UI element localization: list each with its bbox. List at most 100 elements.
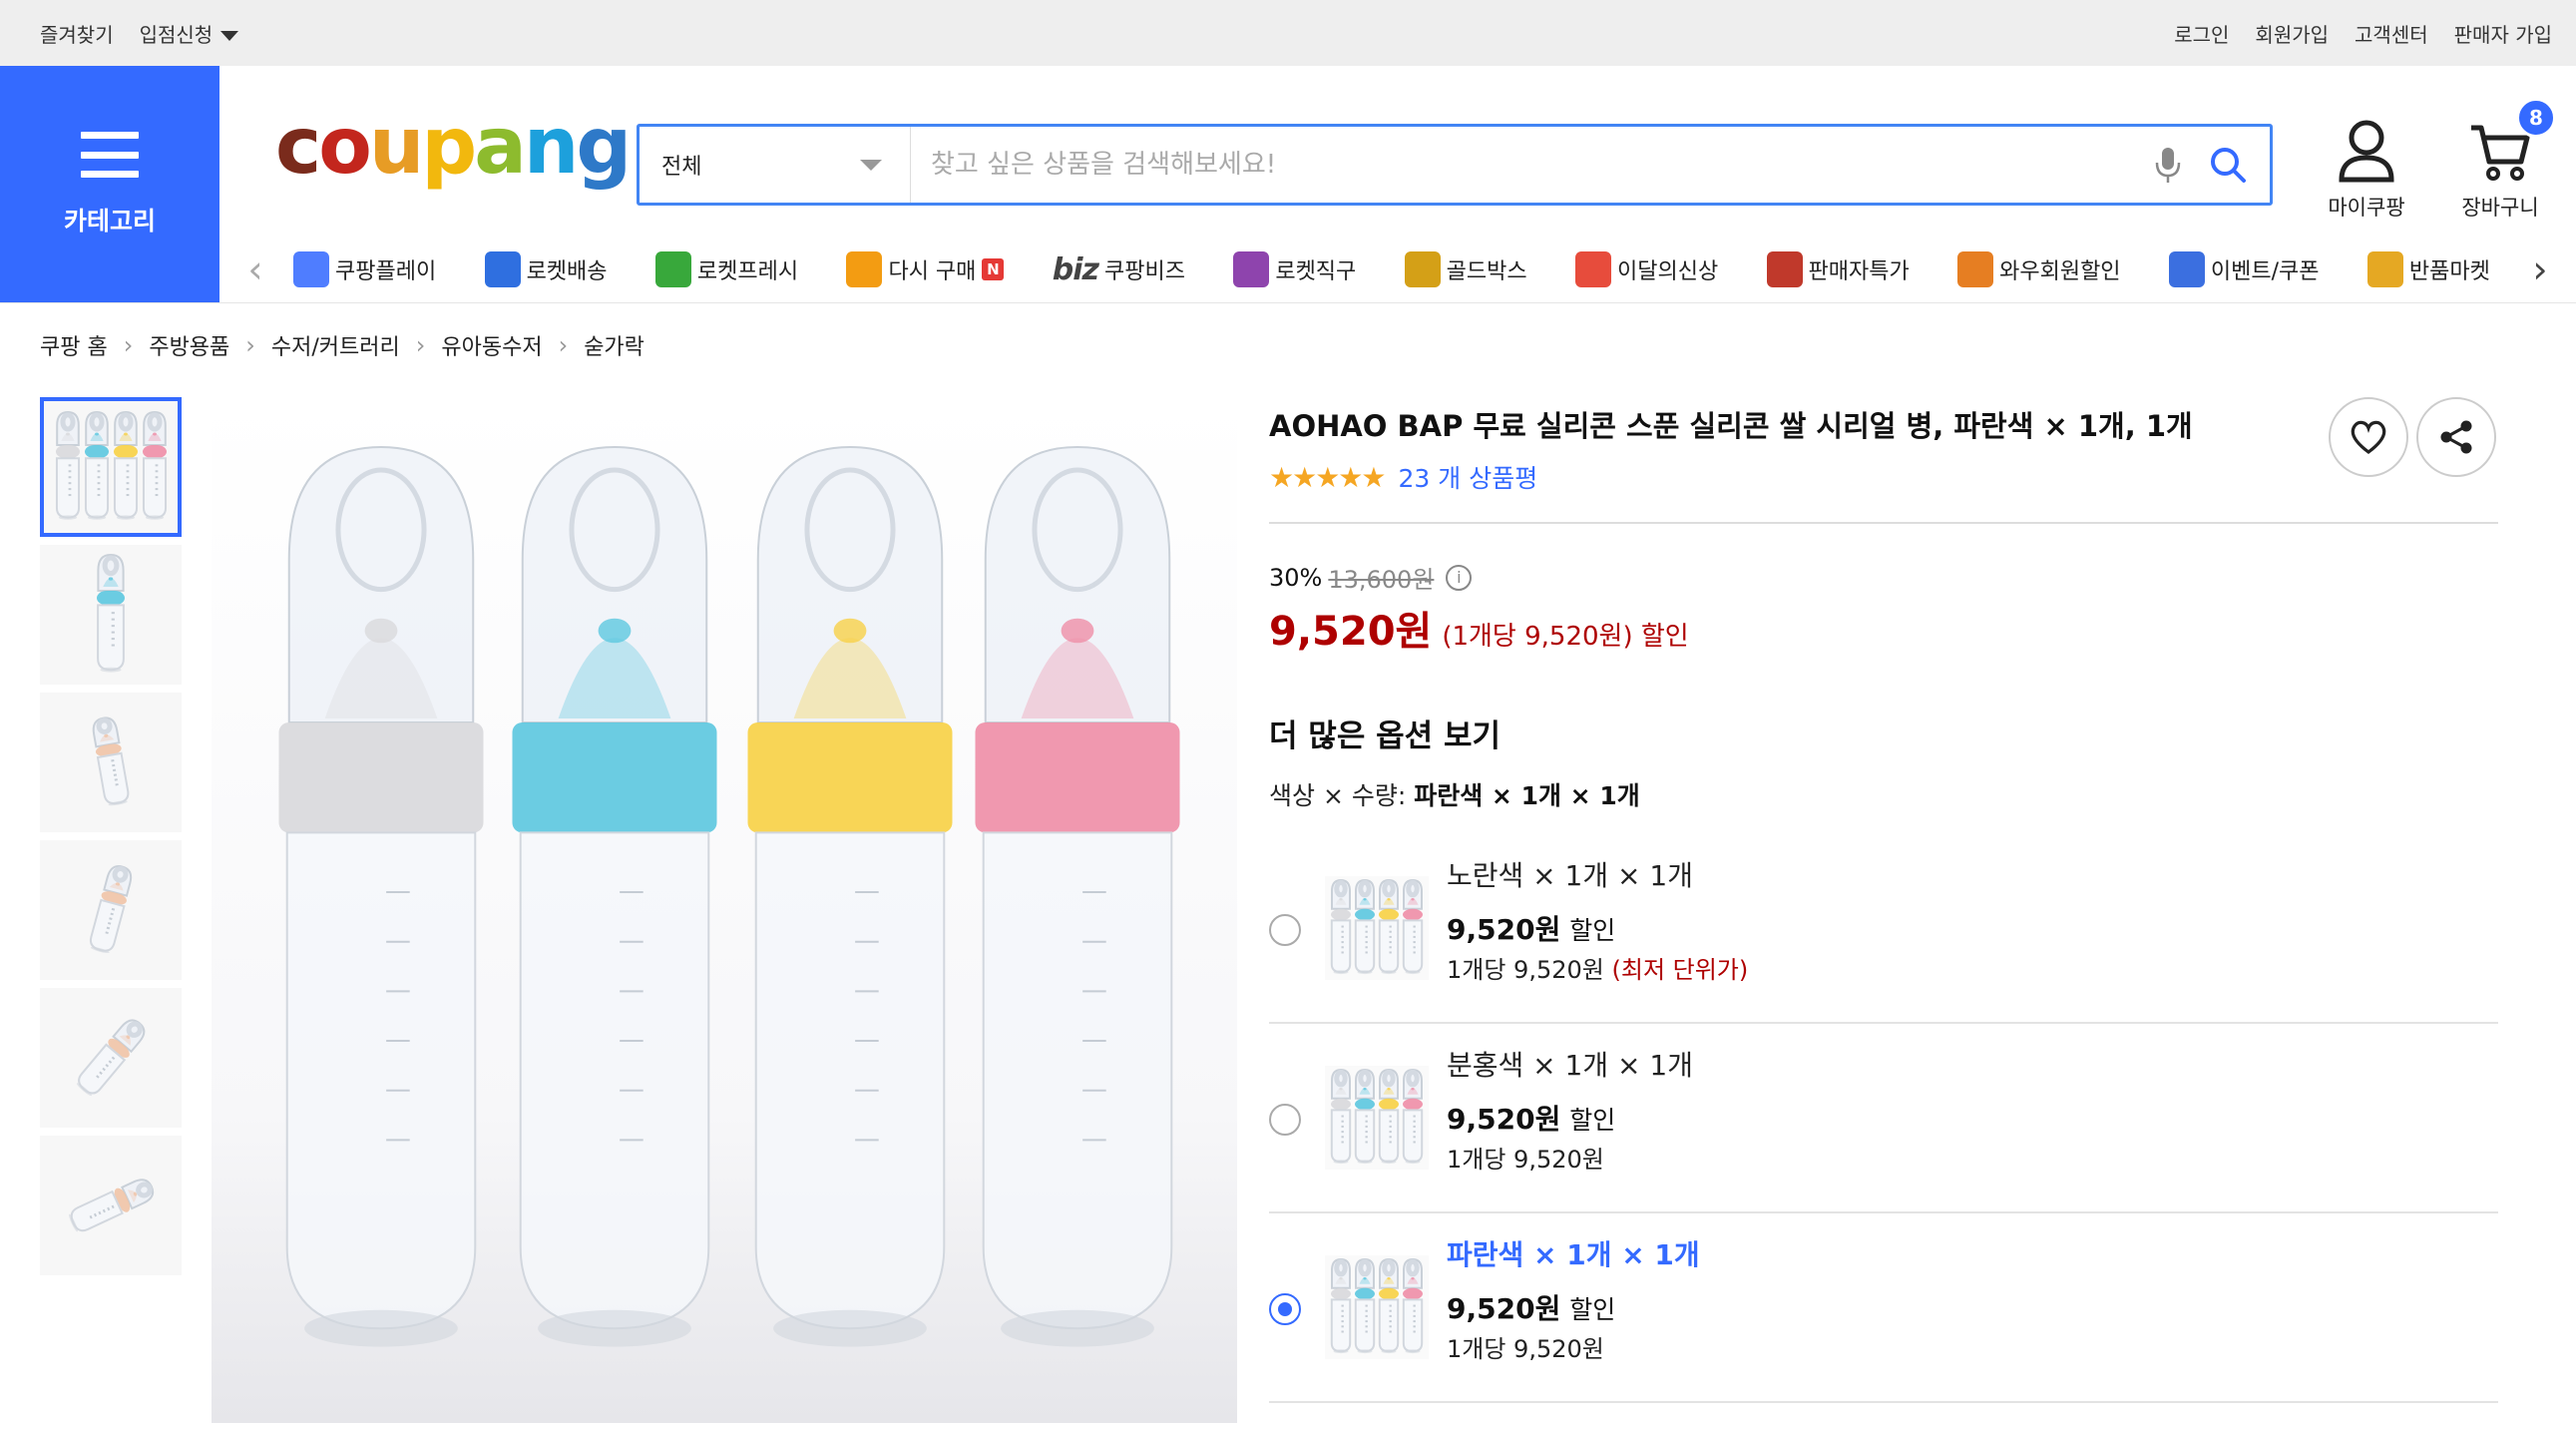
- chevron-right-icon: ›: [415, 331, 426, 359]
- service-nav-label: 골드박스: [1446, 259, 1527, 284]
- option-thumbnail: [1325, 876, 1429, 980]
- thumbnail-image: [89, 865, 133, 954]
- service-nav-item[interactable]: 로켓배송: [484, 251, 608, 287]
- product-thumbnail[interactable]: [40, 545, 182, 685]
- heart-icon: [2351, 420, 2386, 455]
- category-menu-button[interactable]: 카테고리: [0, 66, 219, 303]
- category-label: 카테고리: [63, 207, 156, 236]
- option-divider: [1269, 1401, 2498, 1403]
- option-item[interactable]: 노란색 × 1개 × 1개 9,520원 할인 1개당 9,520원 (최저 단위가…: [1269, 834, 2498, 1024]
- header-divider: [0, 302, 2576, 303]
- breadcrumb-item[interactable]: 유아동수저: [441, 329, 542, 361]
- my-coupang-button[interactable]: 마이쿠팡: [2307, 118, 2426, 222]
- service-nav-item[interactable]: 로켓프레시: [654, 251, 798, 287]
- share-button[interactable]: [2416, 397, 2496, 477]
- my-coupang-label: 마이쿠팡: [2328, 196, 2405, 220]
- option-price-suffix: 할인: [1569, 1295, 1616, 1324]
- option-item[interactable]: 분홍색 × 1개 × 1개 9,520원 할인 1개당 9,520원: [1269, 1024, 2498, 1213]
- service-nav-label: 로켓직구: [1275, 259, 1357, 284]
- nav-prev-arrow-icon[interactable]: ‹: [235, 247, 275, 291]
- service-nav-item[interactable]: 와우회원할인: [1957, 251, 2121, 287]
- service-nav-label: 와우회원할인: [1999, 259, 2121, 284]
- breadcrumb: 쿠팡 홈 › 주방용품 › 수저/커트러리 › 유아동수저 › 숟가락: [40, 329, 644, 361]
- rocket-fresh-icon: [654, 251, 691, 287]
- service-nav-item[interactable]: 로켓직구: [1233, 251, 1356, 287]
- option-price: 9,520원: [1447, 913, 1561, 946]
- service-nav-item[interactable]: 이달의신상: [1574, 251, 1718, 287]
- product-thumbnail[interactable]: [40, 840, 182, 980]
- service-nav-item[interactable]: 반품마켓: [2366, 251, 2490, 287]
- product-thumbnail[interactable]: [40, 397, 182, 537]
- product-thumbnail[interactable]: [40, 693, 182, 832]
- option-radio[interactable]: [1269, 1104, 1301, 1136]
- chevron-right-icon: ›: [245, 331, 255, 359]
- option-selection: 색상 × 수량: 파란색 × 1개 × 1개: [1269, 776, 1640, 812]
- seller-deal-icon: [1766, 251, 1803, 287]
- service-nav-item[interactable]: 이벤트/쿠폰: [2168, 251, 2320, 287]
- search-category-value: 전체: [661, 155, 702, 180]
- chevron-right-icon: ›: [558, 331, 569, 359]
- cart-button[interactable]: 장바구니 8: [2440, 98, 2560, 222]
- chevron-down-icon: [860, 159, 882, 171]
- option-radio[interactable]: [1269, 914, 1301, 946]
- service-nav-label: 쿠팡비즈: [1104, 259, 1185, 284]
- option-item[interactable]: 파란색 × 1개 × 1개 9,520원 할인 1개당 9,520원: [1269, 1213, 2498, 1403]
- service-nav-item[interactable]: 골드박스: [1404, 251, 1527, 287]
- rocket-delivery-icon: [484, 251, 521, 287]
- product-thumbnail[interactable]: [40, 988, 182, 1128]
- star-rating-icon: ★★★★★: [1269, 460, 1387, 494]
- bookmark-link[interactable]: 즐겨찾기: [40, 19, 114, 48]
- option-radio[interactable]: [1269, 1293, 1301, 1325]
- nav-next-arrow-icon[interactable]: ›: [2520, 247, 2560, 291]
- option-image: [1330, 1257, 1424, 1354]
- voice-search-button[interactable]: [2138, 127, 2198, 203]
- service-nav-item[interactable]: biz 쿠팡비즈: [1053, 252, 1185, 287]
- main-product-image: [212, 397, 1237, 1423]
- coupang-logo[interactable]: coupang: [275, 108, 632, 186]
- original-price: 13,600원: [1328, 566, 1435, 594]
- option-price-row: 9,520원 할인: [1447, 1287, 1615, 1327]
- option-price-row: 9,520원 할인: [1447, 1098, 1615, 1138]
- goldbox-icon: [1404, 251, 1441, 287]
- coupon-icon: [2168, 251, 2205, 287]
- search-icon: [2211, 148, 2246, 183]
- signup-link[interactable]: 회원가입: [2255, 19, 2329, 48]
- service-nav-label: 다시 구매: [888, 259, 977, 284]
- product-title: AOHAO BAP 무료 실리콘 스푼 실리콘 쌀 시리얼 병, 파란색 × 1…: [1269, 409, 2193, 443]
- wow-icon: [1957, 251, 1994, 287]
- seller-apply-label: 입점신청: [139, 22, 214, 47]
- info-icon[interactable]: i: [1446, 564, 1473, 591]
- search-button[interactable]: [2198, 127, 2258, 203]
- breadcrumb-item[interactable]: 수저/커트러리: [271, 329, 400, 361]
- option-unit-price: 1개당 9,520원: [1447, 1146, 1604, 1174]
- service-nav-label: 반품마켓: [2408, 259, 2490, 284]
- breadcrumb-item[interactable]: 숟가락: [584, 329, 644, 361]
- cart-label: 장바구니: [2461, 196, 2539, 220]
- logo-letter: o: [318, 102, 372, 192]
- breadcrumb-item[interactable]: 쿠팡 홈: [40, 329, 108, 361]
- service-nav-item[interactable]: 판매자특가: [1766, 251, 1910, 287]
- search-input[interactable]: [911, 127, 2138, 203]
- product-thumbnail[interactable]: [40, 1136, 182, 1275]
- breadcrumb-item[interactable]: 주방용품: [149, 329, 229, 361]
- coupang-play-icon: [293, 251, 329, 287]
- rocket-global-icon: [1233, 251, 1270, 287]
- option-thumbnail: [1325, 1255, 1429, 1359]
- option-selection-value: 파란색 × 1개 × 1개: [1414, 781, 1640, 810]
- thumbnail-image: [92, 716, 130, 806]
- option-price-suffix: 할인: [1569, 916, 1616, 945]
- seller-apply-dropdown[interactable]: 입점신청: [140, 19, 239, 48]
- service-nav-item[interactable]: 다시 구매 N: [846, 251, 1005, 287]
- option-unit-row: 1개당 9,520원 (최저 단위가): [1447, 950, 1748, 985]
- search-category-select[interactable]: 전체: [640, 127, 911, 203]
- customer-center-link[interactable]: 고객센터: [2355, 19, 2428, 48]
- login-link[interactable]: 로그인: [2174, 19, 2229, 48]
- logo-letter: n: [523, 102, 580, 192]
- bottles-illustration: [278, 445, 1180, 1347]
- thumbnail-list: [40, 397, 182, 1283]
- seller-signup-link[interactable]: 판매자 가입: [2454, 19, 2552, 48]
- service-nav-label: 판매자특가: [1808, 259, 1910, 284]
- service-nav-item[interactable]: 쿠팡플레이: [293, 251, 436, 287]
- review-count-link[interactable]: 23 개 상품평: [1399, 459, 1538, 495]
- wishlist-button[interactable]: [2329, 397, 2408, 477]
